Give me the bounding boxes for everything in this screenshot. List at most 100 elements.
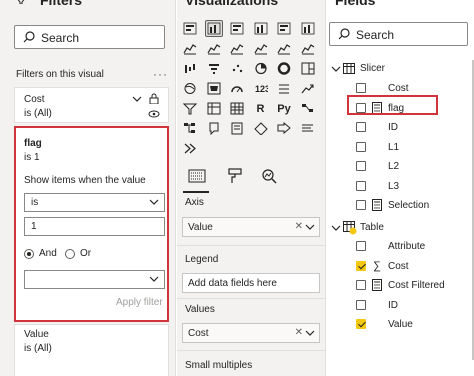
cost-filter-card[interactable]: Cost is (All) bbox=[14, 87, 169, 123]
collapse-chevron-icon[interactable] bbox=[331, 66, 341, 73]
divider bbox=[177, 298, 326, 299]
field-row[interactable]: Cost Filtered bbox=[356, 278, 466, 292]
multi-row-card-icon[interactable] bbox=[275, 80, 293, 97]
stacked-bar-chart-icon[interactable] bbox=[181, 20, 199, 37]
area-chart-icon[interactable] bbox=[205, 40, 223, 57]
power-apps-icon[interactable] bbox=[252, 120, 270, 137]
remove-field-icon[interactable]: ✕ bbox=[295, 327, 303, 338]
or-radio[interactable] bbox=[65, 249, 75, 259]
stacked-column-chart-icon[interactable] bbox=[204, 20, 223, 37]
table-in-use-icon bbox=[343, 221, 357, 235]
more-visuals-icon[interactable] bbox=[181, 140, 199, 157]
divider bbox=[177, 350, 326, 351]
field-row[interactable]: Attribute bbox=[356, 239, 466, 253]
flag-filter-name: flag bbox=[24, 138, 42, 149]
field-checkbox[interactable] bbox=[356, 319, 366, 329]
map-icon[interactable] bbox=[181, 80, 199, 97]
or-label: Or bbox=[80, 248, 92, 259]
field-row[interactable]: Cost bbox=[356, 81, 466, 95]
clustered-column-chart-icon[interactable] bbox=[252, 20, 270, 37]
visualizations-title: Visualizations bbox=[185, 0, 279, 8]
field-checkbox[interactable] bbox=[356, 280, 366, 290]
100-bar-chart-icon[interactable] bbox=[275, 20, 293, 37]
field-checkbox[interactable] bbox=[356, 180, 366, 191]
field-checkbox[interactable] bbox=[356, 299, 366, 310]
line-clustered-column-icon-glyph bbox=[277, 44, 291, 55]
paginated-report-icon[interactable] bbox=[228, 120, 246, 137]
treemap-icon[interactable] bbox=[299, 60, 317, 77]
clustered-bar-chart-icon[interactable] bbox=[228, 20, 246, 37]
donut-chart-icon[interactable] bbox=[275, 60, 293, 77]
value-filter-card[interactable]: Value is (All) bbox=[14, 324, 169, 376]
ribbon-chart-icon[interactable] bbox=[299, 40, 317, 57]
100-column-chart-icon[interactable] bbox=[299, 20, 317, 37]
slicer-icon[interactable] bbox=[181, 100, 199, 117]
decomposition-tree-icon[interactable] bbox=[181, 120, 199, 137]
smart-narrative-icon[interactable] bbox=[299, 120, 317, 137]
pie-chart-icon[interactable] bbox=[252, 60, 270, 77]
chevron-down-icon[interactable] bbox=[305, 224, 315, 231]
operator-dropdown[interactable]: is bbox=[24, 193, 165, 212]
field-row[interactable]: Selection bbox=[356, 198, 466, 212]
remove-field-icon[interactable]: ✕ bbox=[295, 221, 303, 232]
fields-search-input[interactable]: Search bbox=[329, 22, 468, 46]
chevron-down-icon[interactable] bbox=[305, 330, 315, 337]
table-table-name[interactable]: Table bbox=[360, 222, 384, 233]
active-tab-indicator bbox=[183, 191, 209, 193]
stacked-area-chart-icon[interactable] bbox=[228, 40, 246, 57]
field-checkbox[interactable] bbox=[356, 141, 366, 152]
eye-icon[interactable] bbox=[148, 110, 160, 118]
apply-filter-button[interactable]: Apply filter bbox=[116, 297, 163, 308]
axis-well[interactable]: Value ✕ bbox=[182, 217, 320, 237]
format-tab[interactable] bbox=[223, 165, 247, 187]
field-checkbox[interactable] bbox=[356, 83, 366, 93]
field-checkbox[interactable] bbox=[356, 161, 366, 171]
field-row[interactable]: ID bbox=[356, 120, 466, 134]
field-row[interactable]: ID bbox=[356, 298, 466, 312]
fields-tab[interactable] bbox=[185, 165, 209, 187]
line-column-chart-icon[interactable] bbox=[252, 40, 270, 57]
collapse-chevron-icon[interactable] bbox=[331, 225, 341, 232]
gauge-icon[interactable] bbox=[228, 80, 246, 97]
filters-pane: Filters Search Filters on this visual ··… bbox=[0, 0, 176, 376]
funnel-chart-icon[interactable] bbox=[205, 60, 223, 77]
r-visual-icon[interactable]: R bbox=[252, 100, 270, 117]
filters-search-input[interactable]: Search bbox=[14, 25, 165, 49]
matrix-icon[interactable] bbox=[228, 100, 246, 117]
analytics-tab[interactable] bbox=[257, 165, 281, 187]
chevron-down-icon bbox=[149, 276, 159, 282]
field-label: ID bbox=[388, 299, 398, 311]
chevron-down-icon[interactable] bbox=[132, 96, 142, 103]
field-row[interactable]: L1 bbox=[356, 140, 466, 154]
flag-filter-card[interactable]: flag is 1 Show items when the value is 1… bbox=[14, 126, 169, 322]
field-checkbox[interactable] bbox=[356, 200, 366, 210]
second-operator-dropdown[interactable] bbox=[24, 270, 165, 289]
and-radio[interactable] bbox=[24, 249, 34, 259]
table-icon[interactable] bbox=[205, 100, 223, 117]
values-well[interactable]: Cost ✕ bbox=[182, 323, 320, 343]
line-clustered-column-icon[interactable] bbox=[275, 40, 293, 57]
paginated-report-icon-glyph bbox=[231, 122, 243, 135]
field-row[interactable]: ∑ Cost bbox=[356, 259, 466, 273]
key-influencers-icon[interactable] bbox=[299, 100, 317, 117]
more-options-icon[interactable]: ··· bbox=[153, 67, 168, 81]
scatter-chart-icon[interactable] bbox=[228, 60, 246, 77]
kpi-icon[interactable] bbox=[299, 80, 317, 97]
line-chart-icon[interactable] bbox=[181, 40, 199, 57]
field-row[interactable]: Value bbox=[356, 317, 466, 331]
filled-map-icon[interactable] bbox=[205, 80, 223, 97]
field-checkbox[interactable] bbox=[356, 241, 366, 251]
lock-icon[interactable] bbox=[149, 93, 159, 104]
slicer-table-name[interactable]: Slicer bbox=[360, 63, 385, 74]
field-checkbox[interactable] bbox=[356, 260, 366, 271]
waterfall-chart-icon[interactable] bbox=[181, 60, 199, 77]
qa-icon[interactable] bbox=[205, 120, 223, 137]
card-icon[interactable]: 123 bbox=[252, 80, 270, 97]
legend-well[interactable]: Add data fields here bbox=[182, 273, 320, 293]
field-row[interactable]: L2 bbox=[356, 159, 466, 173]
python-visual-icon[interactable]: Py bbox=[275, 100, 293, 117]
field-checkbox[interactable] bbox=[356, 122, 366, 132]
power-automate-icon[interactable] bbox=[275, 120, 293, 137]
value-input[interactable]: 1 bbox=[24, 217, 165, 236]
field-row[interactable]: L3 bbox=[356, 179, 466, 193]
